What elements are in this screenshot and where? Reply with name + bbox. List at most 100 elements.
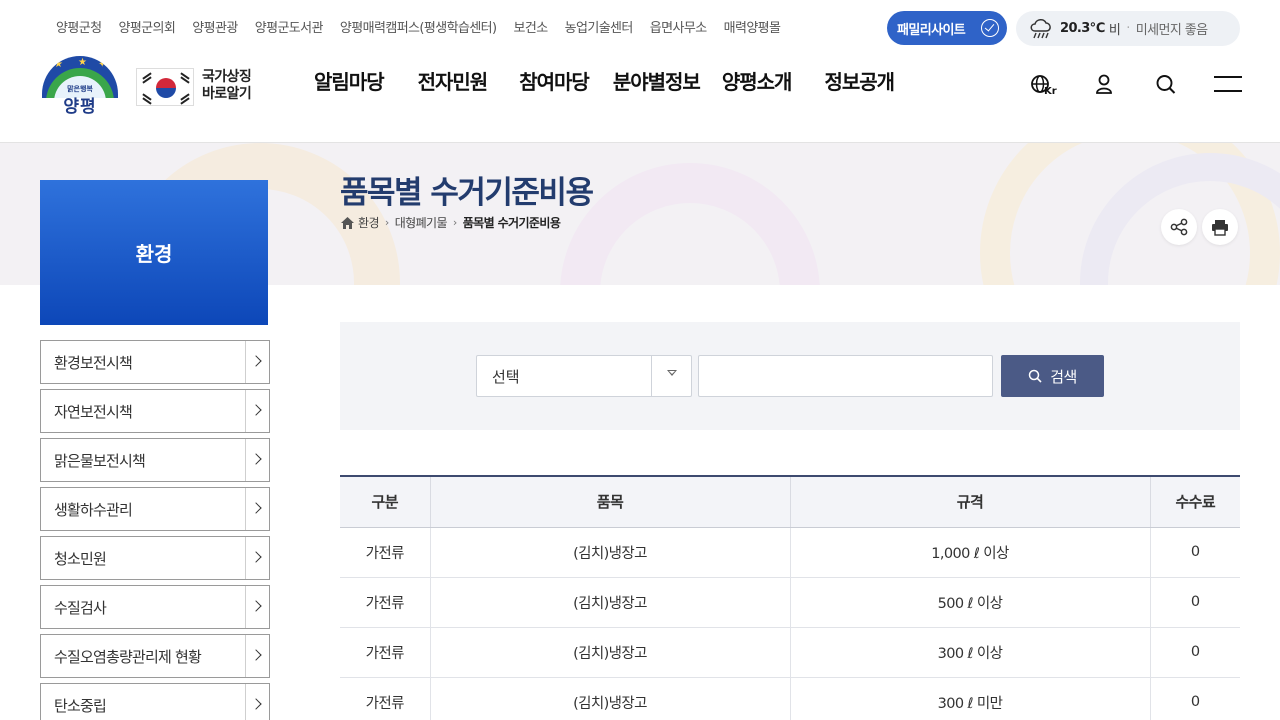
- user-icon: [1096, 74, 1112, 94]
- lnb-item-sewage[interactable]: 생활하수관리: [40, 487, 270, 531]
- chevron-right-icon: [245, 537, 269, 579]
- logo-name: 양평: [63, 97, 97, 117]
- lnb-item-label: 생활하수관리: [54, 500, 133, 519]
- lnb-item-pollution-total[interactable]: 수질오염총량관리제 현황: [40, 634, 270, 678]
- yangpyeong-logo[interactable]: ★ ★ ✦ 맑은행복 양평: [42, 56, 118, 117]
- cell-fee: 0: [1149, 577, 1240, 628]
- national-symbol-line1: 국가상징: [202, 69, 252, 85]
- breadcrumb-item[interactable]: 환경: [358, 214, 379, 231]
- link-county-office[interactable]: 양평군청: [56, 17, 102, 36]
- share-button[interactable]: [1161, 209, 1197, 245]
- check-circle-icon: [981, 19, 999, 37]
- chevron-right-icon: [245, 635, 269, 677]
- cell-fee: 0: [1149, 677, 1240, 720]
- fine-dust-status: 미세먼지 좋음: [1135, 23, 1208, 38]
- lnb-item-carbon-neutral[interactable]: 탄소중립: [40, 683, 270, 720]
- weather-widget: 20.3℃ 비 · 미세먼지 좋음: [1016, 11, 1240, 46]
- lnb-item-label: 자연보전시책: [54, 402, 133, 421]
- cell-item: (김치)냉장고: [429, 527, 790, 578]
- gnb-civil-service[interactable]: 전자민원: [418, 66, 489, 95]
- lnb-item-nature-policy[interactable]: 자연보전시책: [40, 389, 270, 433]
- all-menu-button[interactable]: [1214, 72, 1242, 98]
- gnb-participation[interactable]: 참여마당: [519, 66, 590, 95]
- cell-category: 가전류: [340, 577, 430, 628]
- cell-category: 가전류: [340, 677, 430, 720]
- gnb-notice[interactable]: 알림마당: [314, 66, 385, 95]
- printer-icon: [1212, 220, 1228, 236]
- column-header-fee: 수수료: [1149, 476, 1240, 528]
- national-symbol-text: 국가상징 바로알기: [202, 69, 252, 103]
- cell-spec: 300 ℓ 이상: [789, 627, 1150, 678]
- search-icon: [1156, 75, 1176, 94]
- link-library[interactable]: 양평군도서관: [255, 17, 324, 36]
- search-button[interactable]: 검색: [1001, 355, 1104, 397]
- page-title: 품목별 수거기준비용: [340, 175, 594, 211]
- search-button-label: 검색: [1050, 367, 1077, 386]
- search-icon: [1028, 369, 1042, 383]
- national-symbol-link[interactable]: 국가상징 바로알기: [136, 68, 256, 106]
- cell-spec: 1,000 ℓ 이상: [789, 527, 1150, 578]
- column-header-item: 품목: [429, 476, 790, 528]
- column-header-spec: 규격: [789, 476, 1150, 528]
- chevron-right-icon: ›: [384, 216, 389, 229]
- family-site-button[interactable]: 패밀리사이트: [887, 11, 1007, 45]
- header-search-button[interactable]: [1155, 72, 1176, 98]
- lnb-item-label: 청소민원: [54, 549, 107, 568]
- hamburger-menu-icon: [1214, 72, 1242, 98]
- home-icon[interactable]: [341, 216, 354, 229]
- language-button[interactable]: Kr: [1030, 72, 1060, 98]
- korean-flag-icon: [136, 68, 194, 106]
- gnb-about[interactable]: 양평소개: [722, 66, 793, 95]
- chevron-right-icon: [245, 586, 269, 628]
- cell-category: 가전류: [340, 627, 430, 678]
- language-label: Kr: [1044, 86, 1057, 97]
- lnb-item-water-test[interactable]: 수질검사: [40, 585, 270, 629]
- lnb-title: 환경: [40, 180, 268, 325]
- breadcrumb-item[interactable]: 대형폐기물: [395, 214, 448, 231]
- link-county-council[interactable]: 양평군의회: [118, 17, 175, 36]
- lnb-item-label: 수질검사: [54, 598, 107, 617]
- dropdown-arrow-icon: [651, 356, 691, 396]
- related-sites-links: 양평군청 양평군의회 양평관광 양평군도서관 양평매력캠퍼스(평생학습센터) 보…: [56, 17, 797, 36]
- link-town-offices[interactable]: 읍면사무소: [650, 17, 707, 36]
- lnb-item-label: 환경보전시책: [54, 353, 133, 372]
- weather-condition: 비: [1108, 23, 1121, 38]
- cell-item: (김치)냉장고: [429, 577, 790, 628]
- breadcrumb-current: 품목별 수거기준비용: [462, 216, 561, 230]
- cell-fee: 0: [1149, 527, 1240, 578]
- link-agriculture-center[interactable]: 농업기술센터: [565, 17, 634, 36]
- search-input[interactable]: [698, 355, 993, 397]
- table-row: 가전류 (김치)냉장고 500 ℓ 이상 0: [340, 577, 1240, 628]
- link-learning-campus[interactable]: 양평매력캠퍼스(평생학습센터): [340, 17, 497, 36]
- breadcrumb: 환경 › 대형폐기물 › 품목별 수거기준비용: [341, 214, 561, 231]
- cell-spec: 300 ℓ 미만: [789, 677, 1150, 720]
- fee-table: 구분 품목 규격 수수료 가전류 (김치)냉장고 1,000 ℓ 이상 0 가전…: [340, 475, 1240, 720]
- column-header-category: 구분: [340, 476, 430, 528]
- link-mall[interactable]: 매력양평몰: [724, 17, 781, 36]
- table-row: 가전류 (김치)냉장고 300 ℓ 이상 0: [340, 627, 1240, 678]
- national-symbol-line2: 바로알기: [202, 86, 252, 102]
- chevron-right-icon: [245, 341, 269, 383]
- gnb-info-disclosure[interactable]: 정보공개: [824, 66, 895, 95]
- link-tourism[interactable]: 양평관광: [192, 17, 238, 36]
- print-button[interactable]: [1202, 209, 1238, 245]
- search-box: 선택 검색: [340, 322, 1240, 430]
- family-site-label: 패밀리사이트: [897, 22, 966, 38]
- lnb-item-environment-policy[interactable]: 환경보전시책: [40, 340, 270, 384]
- cell-item: (김치)냉장고: [429, 627, 790, 678]
- search-category-select[interactable]: 선택: [476, 355, 692, 397]
- cell-item: (김치)냉장고: [429, 677, 790, 720]
- lnb-item-cleaning[interactable]: 청소민원: [40, 536, 270, 580]
- weather-temperature: 20.3℃: [1060, 21, 1105, 36]
- lnb-item-clean-water-policy[interactable]: 맑은물보전시책: [40, 438, 270, 482]
- share-icon: [1170, 218, 1188, 236]
- rain-cloud-icon: [1030, 18, 1051, 38]
- login-button[interactable]: [1094, 72, 1114, 98]
- lnb-item-label: 수질오염총량관리제 현황: [54, 647, 202, 666]
- gnb-field-info[interactable]: 분야별정보: [613, 66, 701, 95]
- cell-fee: 0: [1149, 627, 1240, 678]
- table-row: 가전류 (김치)냉장고 300 ℓ 미만 0: [340, 677, 1240, 720]
- chevron-right-icon: [245, 488, 269, 530]
- link-health-center[interactable]: 보건소: [514, 17, 549, 36]
- select-value: 선택: [492, 367, 520, 386]
